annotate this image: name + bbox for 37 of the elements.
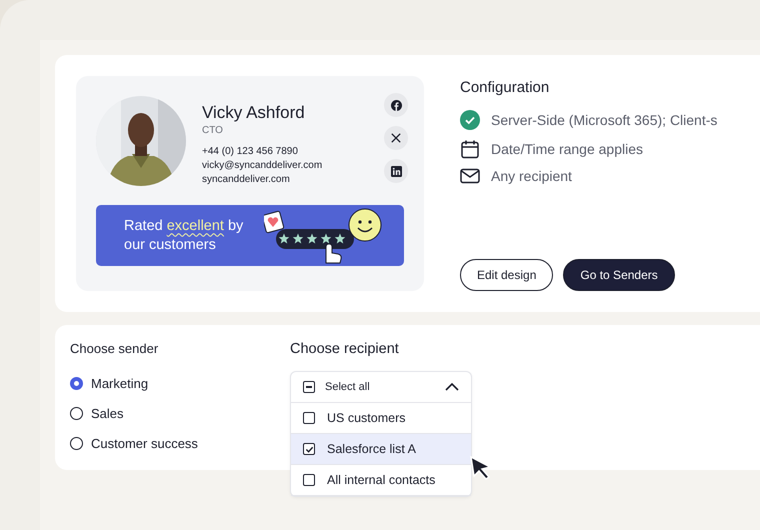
facebook-button[interactable] — [384, 93, 408, 117]
linkedin-icon — [390, 166, 402, 176]
configuration-item: Server-Side (Microsoft 365); Client-s — [491, 112, 718, 128]
configuration-item: Date/Time range applies — [491, 141, 644, 157]
phone-number: +44 (0) 123 456 7890 — [202, 146, 299, 157]
radio-button[interactable] — [70, 406, 83, 420]
x-button[interactable] — [384, 126, 408, 150]
mail-icon — [460, 168, 480, 184]
radio-label[interactable]: Customer success — [91, 436, 198, 450]
edit-design-button[interactable]: Edit design — [460, 259, 554, 291]
calendar-icon — [460, 139, 480, 159]
x-icon — [391, 133, 401, 143]
facebook-icon — [390, 100, 402, 110]
website: syncanddeliver.com — [202, 174, 291, 185]
radio-label[interactable]: Sales — [91, 406, 124, 420]
person-name: Vicky Ashford — [202, 103, 306, 123]
email-address: vicky@syncanddeliver.com — [202, 160, 324, 171]
check-icon — [460, 110, 480, 130]
radio-label[interactable]: Marketing — [91, 376, 148, 390]
checkbox[interactable] — [303, 474, 315, 486]
linkedin-button[interactable] — [384, 159, 408, 183]
checkbox[interactable] — [303, 412, 315, 424]
job-title: CTO — [202, 125, 224, 136]
dropdown-option[interactable]: Salesforce list A — [291, 434, 471, 465]
banner-text: Rated excellent by our customers — [124, 216, 244, 254]
checkbox[interactable] — [303, 381, 315, 393]
checkbox[interactable] — [303, 443, 315, 455]
go-to-senders-button[interactable]: Go to Senders — [563, 259, 675, 291]
radio-button[interactable] — [70, 376, 83, 390]
dropdown-option[interactable]: All internal contacts — [291, 465, 471, 496]
section-title: Choose recipient — [290, 341, 400, 357]
select-all-label[interactable]: Select all — [325, 381, 435, 393]
chevron-icon[interactable] — [445, 383, 459, 391]
section-title: Choose sender — [70, 341, 160, 356]
section-title: Configuration — [460, 79, 550, 96]
radio-button[interactable] — [70, 436, 83, 450]
configuration-item: Any recipient — [491, 168, 572, 184]
